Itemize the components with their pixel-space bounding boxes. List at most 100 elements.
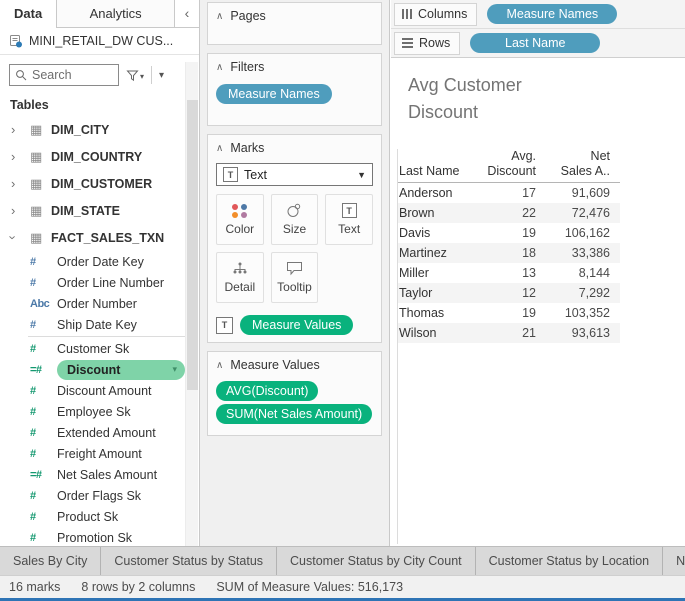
field-order-number[interactable]: Abc Order Number	[0, 293, 199, 314]
columns-icon	[402, 9, 412, 19]
table-icon: ▦	[30, 203, 51, 219]
collapse-card-icon[interactable]: ∧	[216, 62, 223, 73]
sheet-tab-net-sales[interactable]: Net Sales	[663, 547, 685, 575]
expand-icon[interactable]: ›	[11, 203, 30, 218]
table-item-dim-customer[interactable]: › ▦ DIM_CUSTOMER	[0, 170, 199, 197]
filter-pill-measure-names[interactable]: Measure Names	[216, 84, 332, 104]
field-employee-sk[interactable]: # Employee Sk	[0, 401, 199, 422]
crosstab-body: Anderson 17 91,609 Brown 22 72,476 Davis…	[398, 183, 620, 343]
table-item-dim-city[interactable]: › ▦ DIM_CITY	[0, 116, 199, 143]
size-button[interactable]: Size	[271, 194, 319, 245]
funnel-icon	[126, 69, 139, 82]
color-button[interactable]: Color	[216, 194, 264, 245]
columns-shelf[interactable]: Columns Measure Names	[391, 0, 685, 29]
marks-pill-measure-values[interactable]: Measure Values	[240, 315, 353, 335]
measure-values-card: ∧ Measure Values AVG(Discount) SUM(Net S…	[207, 351, 382, 436]
table-icon: ▦	[30, 149, 51, 165]
sheet-tab-customer-status-by-status[interactable]: Customer Status by Status	[101, 547, 277, 575]
table-item-dim-state[interactable]: › ▦ DIM_STATE	[0, 197, 199, 224]
table-item-dim-country[interactable]: › ▦ DIM_COUNTRY	[0, 143, 199, 170]
search-row: ▾ ▾	[0, 55, 199, 94]
table-row[interactable]: Brown 22 72,476	[398, 203, 620, 223]
table-row[interactable]: Thomas 19 103,352	[398, 303, 620, 323]
search-icon	[15, 69, 27, 81]
text-button[interactable]: T Text	[325, 194, 373, 245]
table-row[interactable]: Miller 13 8,144	[398, 263, 620, 283]
rows-shelf-label-box: Rows	[394, 32, 460, 55]
field-menu-caret-icon[interactable]: ▾	[172, 364, 177, 375]
search-input[interactable]	[32, 68, 104, 82]
field-order-line-number[interactable]: # Order Line Number	[0, 272, 199, 293]
expand-icon[interactable]: ›	[11, 122, 30, 137]
size-icon	[286, 203, 302, 218]
crosstab-header: Last Name Avg.Discount NetSales A..	[398, 149, 620, 183]
marks-card-title: Marks	[230, 141, 264, 155]
sheet-tab-customer-status-by-city-count[interactable]: Customer Status by City Count	[277, 547, 476, 575]
status-marks-count: 16 marks	[9, 580, 60, 594]
table-row[interactable]: Martinez 18 33,386	[398, 243, 620, 263]
view-options-icon[interactable]: ▾	[159, 70, 164, 81]
scrollbar-thumb[interactable]	[187, 100, 198, 390]
sheet-tab-customer-status-by-location[interactable]: Customer Status by Location	[476, 547, 664, 575]
table-row[interactable]: Wilson 21 93,613	[398, 323, 620, 343]
field-promotion-sk[interactable]: # Promotion Sk	[0, 527, 199, 546]
field-customer-sk[interactable]: # Customer Sk	[0, 338, 199, 359]
expand-icon[interactable]: ›	[11, 149, 30, 164]
filter-fields-button[interactable]: ▾	[126, 69, 144, 82]
crosstab: Last Name Avg.Discount NetSales A.. Ande…	[398, 149, 620, 343]
pill-avg-discount[interactable]: AVG(Discount)	[216, 381, 318, 401]
pages-card: ∧ Pages	[207, 2, 382, 45]
header-last-name: Last Name	[398, 164, 460, 179]
field-product-sk[interactable]: # Product Sk	[0, 506, 199, 527]
table-row[interactable]: Anderson 17 91,609	[398, 183, 620, 203]
detail-icon	[232, 261, 248, 276]
field-freight-amount[interactable]: # Freight Amount	[0, 443, 199, 464]
calculated-number-icon: =#	[30, 364, 57, 376]
field-order-flags-sk[interactable]: # Order Flags Sk	[0, 485, 199, 506]
cards-panel: ∧ Pages ∧ Filters Measure Names ∧ Marks …	[200, 0, 390, 546]
field-discount-amount[interactable]: # Discount Amount	[0, 380, 199, 401]
search-input-box[interactable]	[9, 64, 119, 86]
sheet-tab-bar: Sales By City Customer Status by Status …	[0, 546, 685, 575]
number-icon: #	[30, 448, 57, 460]
sidebar-scrollbar[interactable]	[185, 62, 198, 546]
text-mark-icon: T	[223, 167, 238, 182]
table-row[interactable]: Davis 19 106,162	[398, 223, 620, 243]
abc-icon: Abc	[30, 298, 57, 310]
tableau-window: Data Analytics ‹ MINI_RETAIL_DW CUS... ▾	[0, 0, 685, 601]
tab-analytics[interactable]: Analytics	[57, 0, 175, 27]
field-order-date-key[interactable]: # Order Date Key	[0, 251, 199, 272]
mark-type-dropdown[interactable]: T Text ▼	[216, 163, 373, 186]
rows-pill-last-name[interactable]: Last Name	[470, 33, 600, 53]
table-item-fact-sales-txn[interactable]: › ▦ FACT_SALES_TXN	[0, 224, 199, 251]
collapse-card-icon[interactable]: ∧	[216, 11, 223, 22]
sheet-tab-sales-by-city[interactable]: Sales By City	[0, 547, 101, 575]
table-row[interactable]: Taylor 12 7,292	[398, 283, 620, 303]
expand-icon[interactable]: ›	[11, 176, 30, 191]
selected-field-pill[interactable]: Discount ▾	[57, 360, 185, 380]
detail-button[interactable]: Detail	[216, 252, 264, 303]
datasource-row[interactable]: MINI_RETAIL_DW CUS...	[0, 28, 199, 55]
field-extended-amount[interactable]: # Extended Amount	[0, 422, 199, 443]
columns-pill-measure-names[interactable]: Measure Names	[487, 4, 617, 24]
collapse-icon[interactable]: ›	[11, 230, 30, 245]
tooltip-icon	[286, 261, 303, 276]
field-net-sales-amount[interactable]: =# Net Sales Amount	[0, 464, 199, 485]
datasource-icon	[9, 34, 23, 48]
collapse-card-icon[interactable]: ∧	[216, 143, 223, 154]
tooltip-button[interactable]: Tooltip	[271, 252, 319, 303]
data-pane: Data Analytics ‹ MINI_RETAIL_DW CUS... ▾	[0, 0, 200, 546]
filters-card: ∧ Filters Measure Names	[207, 53, 382, 126]
field-discount-selected[interactable]: =# Discount ▾	[0, 359, 199, 380]
rows-shelf[interactable]: Rows Last Name	[391, 29, 685, 58]
number-icon: #	[30, 343, 57, 355]
pages-card-title: Pages	[230, 9, 265, 23]
tab-data[interactable]: Data	[0, 0, 57, 28]
collapse-card-icon[interactable]: ∧	[216, 360, 223, 371]
number-icon: #	[30, 511, 57, 523]
number-icon: #	[30, 490, 57, 502]
collapse-pane-icon[interactable]: ‹	[175, 0, 199, 27]
pill-sum-net-sales-amount[interactable]: SUM(Net Sales Amount)	[216, 404, 372, 424]
number-icon: #	[30, 532, 57, 544]
field-ship-date-key[interactable]: # Ship Date Key	[0, 314, 199, 335]
